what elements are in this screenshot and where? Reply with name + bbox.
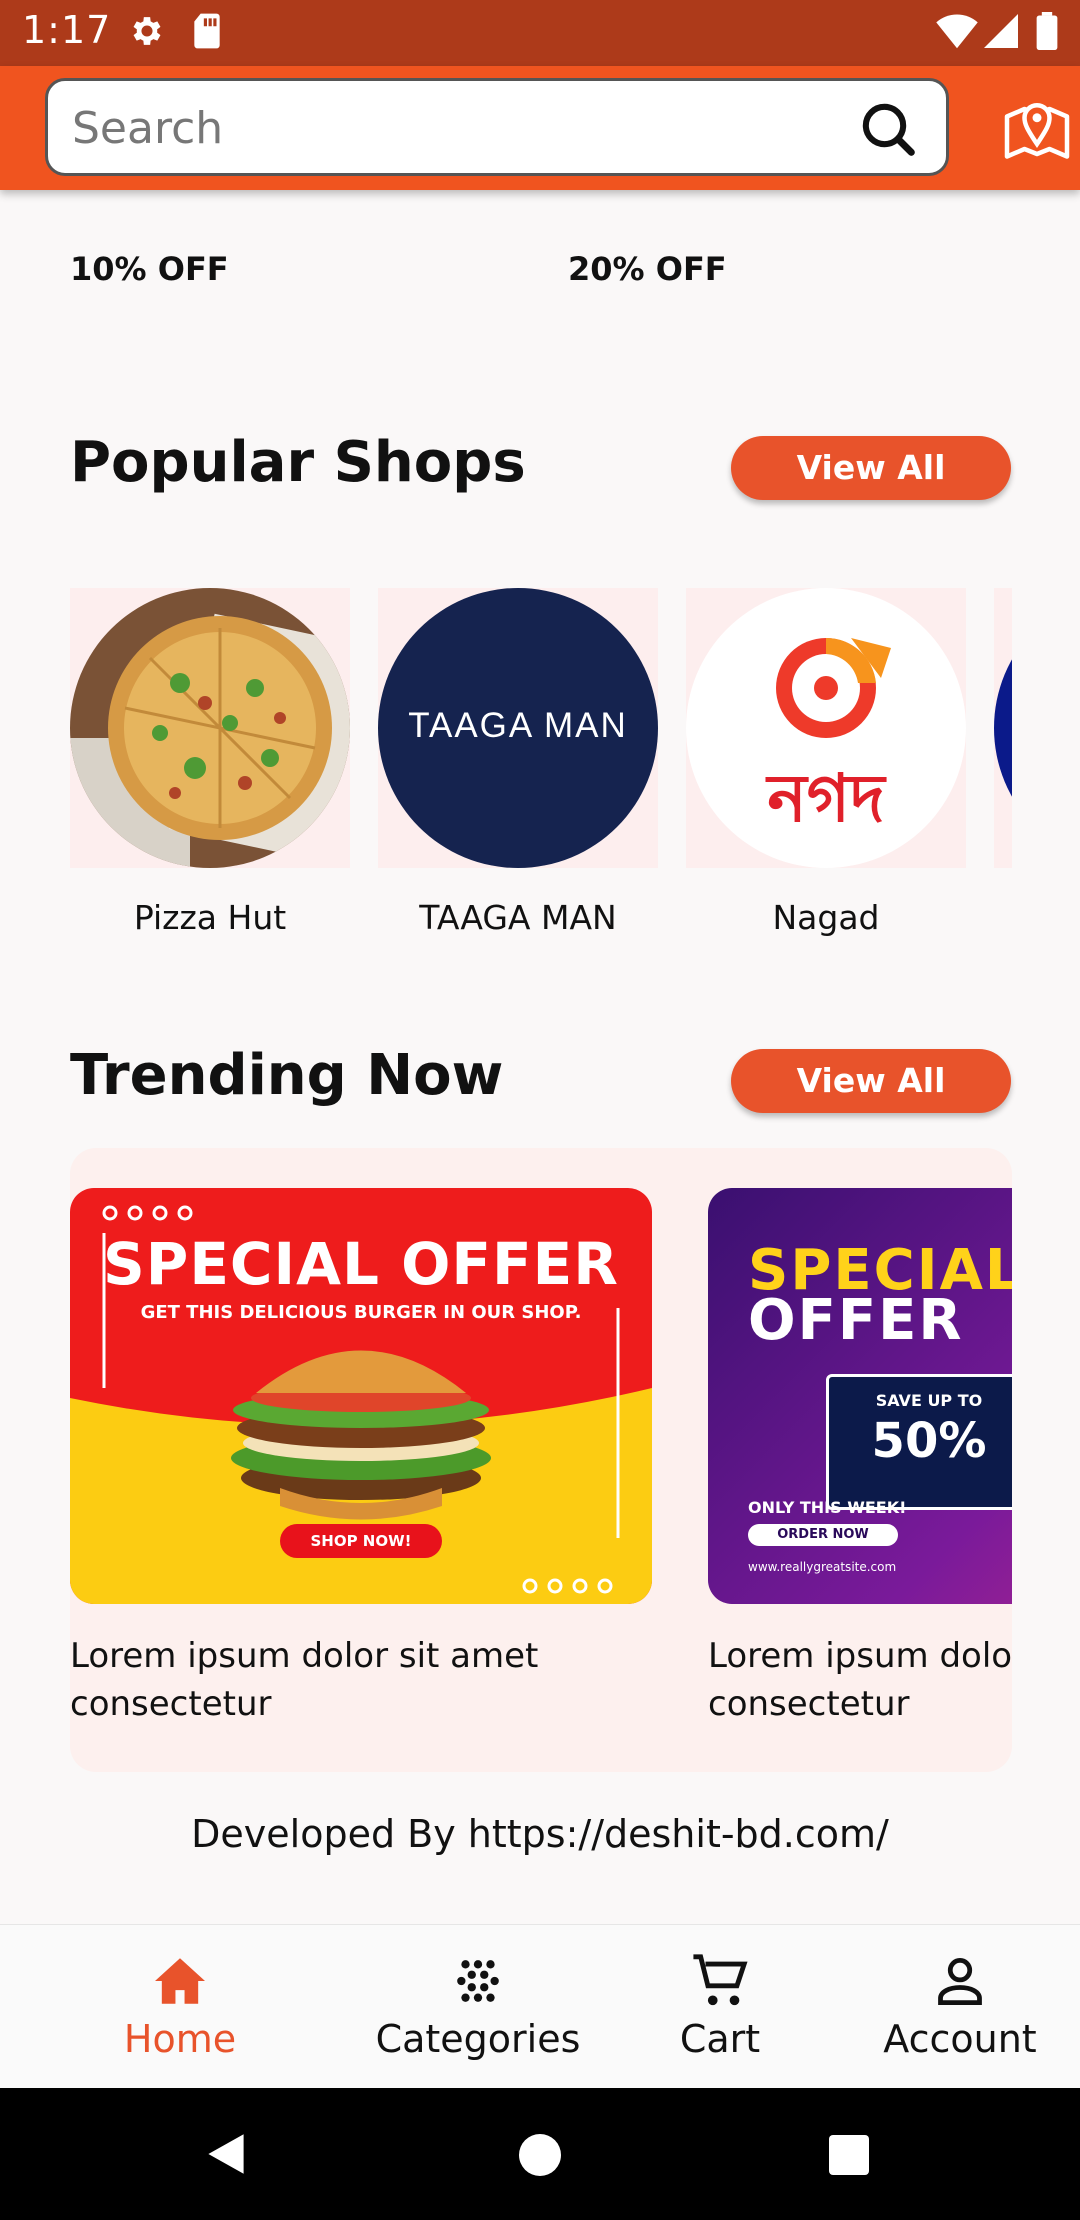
shop-item-pizza-hut[interactable]: Pizza Hut <box>70 588 350 937</box>
shop-tile: নগদ <box>686 588 966 868</box>
offer-strip: 10% OFF 20% OFF <box>70 250 1070 284</box>
shop-name: Pizza Hut <box>133 898 287 937</box>
shop-name: Nagad <box>772 898 880 937</box>
nav-categories[interactable]: Categories <box>358 1951 598 2061</box>
status-bar: 1:17 <box>0 0 1080 66</box>
location-map-icon[interactable] <box>1002 94 1072 168</box>
shop-tile <box>994 588 1012 868</box>
banner-subheading: GET THIS DELICIOUS BURGER IN OUR SHOP. <box>140 1302 582 1323</box>
nav-account[interactable]: Account <box>860 1951 1060 2061</box>
shop-item-nagad[interactable]: নগদ Nagad <box>686 588 966 937</box>
nav-cart[interactable]: Cart <box>640 1951 800 2061</box>
offer-label-left: 10% OFF <box>70 250 229 284</box>
battery-icon <box>1036 12 1058 54</box>
search-box[interactable] <box>45 78 949 176</box>
banner-cta: SHOP NOW! <box>310 1532 412 1550</box>
signal-icon <box>984 12 1018 54</box>
popular-shops-title: Popular Shops <box>70 430 526 495</box>
settings-icon <box>128 12 166 54</box>
developer-credit: Developed By https://deshit-bd.com/ <box>191 1812 889 1856</box>
bottom-navigation: Home Categories Cart Account <box>0 1924 1080 2089</box>
nav-label: Cart <box>679 2017 761 2061</box>
trending-now-title: Trending Now <box>70 1043 504 1108</box>
trending-card-special[interactable]: SPECIAL OFFER SAVE UP TO 50% ONLY THIS W… <box>708 1188 1012 1728</box>
nagad-logo: নগদ <box>686 588 966 868</box>
categories-icon <box>358 1951 598 2011</box>
status-time: 1:17 <box>22 8 112 52</box>
search-input[interactable] <box>70 97 854 159</box>
banner-heading: SPECIAL OFFER <box>103 1230 619 1298</box>
shop-tile: TAAGA MAN <box>378 588 658 868</box>
shop-name: TAAGA MAN <box>419 898 617 937</box>
pizza-hut-image <box>70 588 350 868</box>
banner-cta: ORDER NOW <box>748 1524 898 1546</box>
home-icon <box>80 1951 280 2011</box>
shop-item-partial[interactable] <box>994 588 1012 868</box>
trending-caption: Lorem ipsum dolor sit amet consectetur <box>70 1636 539 1724</box>
save-box: SAVE UP TO 50% <box>826 1374 1012 1510</box>
nav-label: Home <box>123 2017 237 2061</box>
banner-week: ONLY THIS WEEK! <box>748 1498 907 1517</box>
special-offer-banner: SPECIAL OFFER SAVE UP TO 50% ONLY THIS W… <box>708 1188 1012 1604</box>
recents-icon[interactable] <box>829 2135 869 2179</box>
shop-tile <box>70 588 350 868</box>
sd-card-icon <box>190 12 224 54</box>
trending-carousel: SPECIAL OFFER GET THIS DELICIOUS BURGER … <box>70 1148 1012 1772</box>
system-navigation-bar <box>0 2088 1080 2220</box>
burger-offer-banner: SPECIAL OFFER GET THIS DELICIOUS BURGER … <box>70 1188 652 1604</box>
shop-logo <box>994 588 1012 868</box>
wifi-icon <box>936 12 978 54</box>
account-icon <box>860 1951 1060 2011</box>
save-label: SAVE UP TO <box>875 1391 983 1410</box>
banner-heading-2: OFFER <box>748 1288 964 1353</box>
offer-label-right: 20% OFF <box>568 250 727 284</box>
popular-view-all-button[interactable]: View All <box>731 436 1011 500</box>
nav-label: Account <box>883 2017 1037 2061</box>
back-icon[interactable] <box>204 2132 248 2180</box>
cart-icon <box>640 1951 800 2011</box>
trending-view-all-button[interactable]: View All <box>731 1049 1011 1113</box>
search-icon[interactable] <box>860 101 916 161</box>
trending-card-burger[interactable]: SPECIAL OFFER GET THIS DELICIOUS BURGER … <box>70 1188 652 1728</box>
nav-label: Categories <box>375 2017 581 2061</box>
popular-shops-list: Pizza Hut TAAGA MAN TAAGA MAN নগদ Nagad <box>70 588 1012 948</box>
banner-site: www.reallygreatsite.com <box>748 1560 897 1574</box>
home-circle-icon[interactable] <box>519 2134 561 2180</box>
trending-caption: Lorem ipsum dolor sit amet consectetur <box>708 1636 1012 1724</box>
taaga-man-logo: TAAGA MAN <box>378 588 658 868</box>
nav-home[interactable]: Home <box>80 1951 280 2061</box>
top-app-bar <box>0 66 1080 190</box>
save-value: 50% <box>871 1413 987 1469</box>
shop-item-taaga-man[interactable]: TAAGA MAN TAAGA MAN <box>378 588 658 937</box>
